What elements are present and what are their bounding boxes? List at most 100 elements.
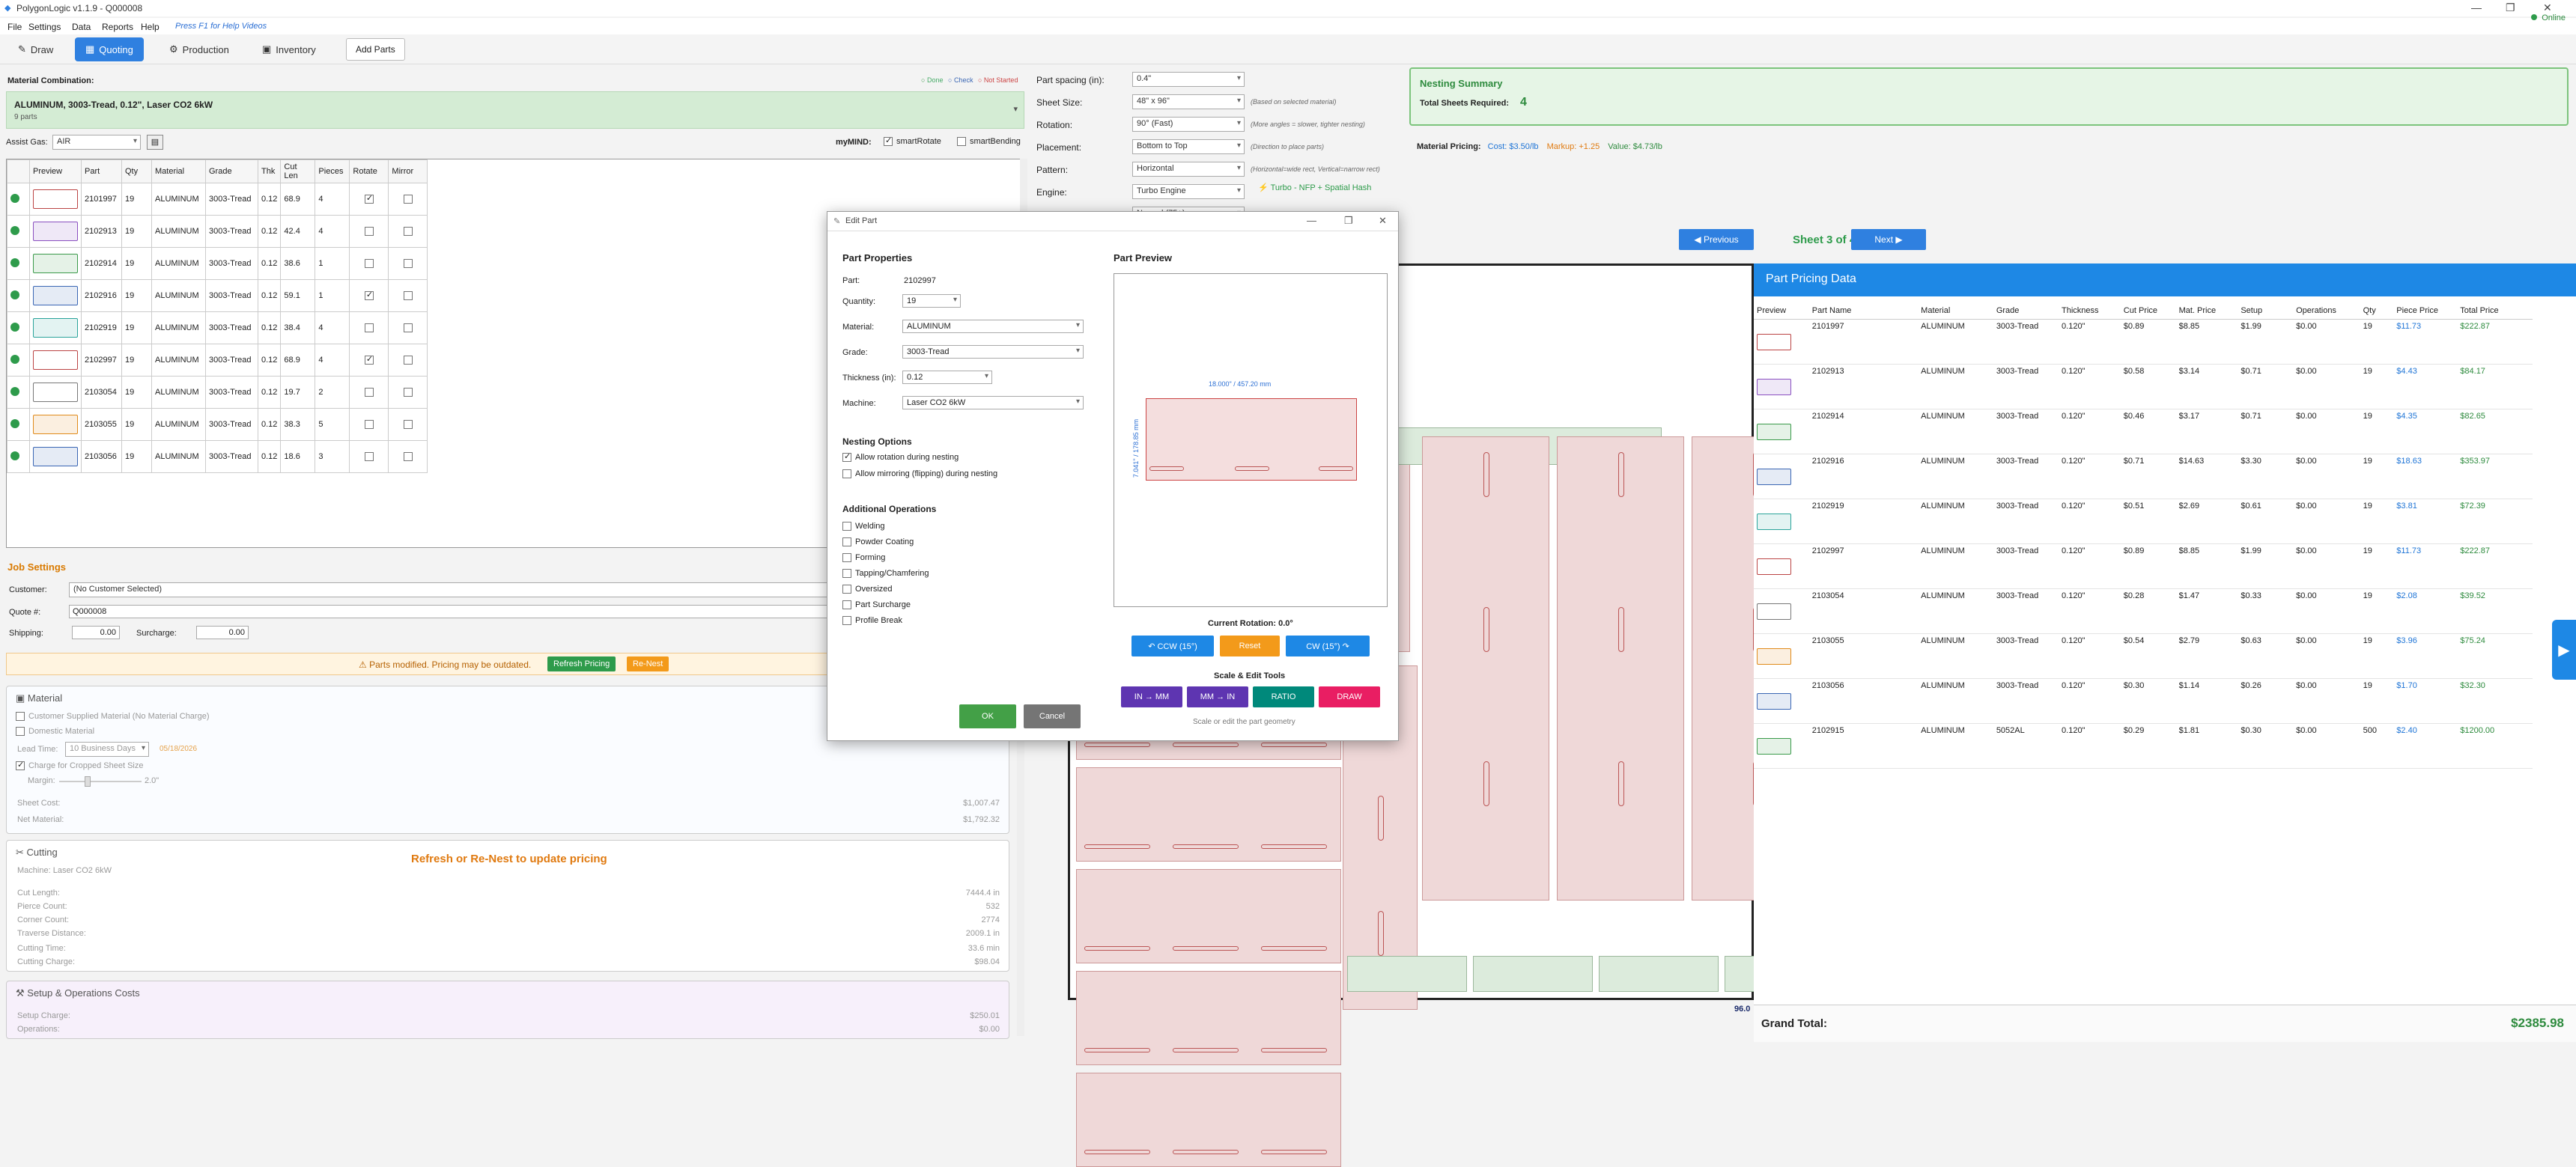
table-row[interactable]: 2102919 19 ALUMINUM 3003-Tread 0.12 38.4 4 [7, 311, 428, 344]
rotate-checkbox[interactable] [364, 354, 374, 365]
renest-button[interactable]: Re-Nest [627, 656, 669, 671]
smart-bending-check[interactable] [957, 137, 966, 146]
machine-select[interactable]: Laser CO2 6kW [902, 396, 1084, 409]
operation-checkbox[interactable]: Powder Coating [842, 537, 914, 546]
nested-part[interactable] [1076, 767, 1341, 862]
parts-col-header[interactable]: Thk [257, 159, 282, 183]
smart-bending-checkbox[interactable]: smartBending [957, 137, 1021, 146]
refresh-pricing-button[interactable]: Refresh Pricing [547, 656, 616, 671]
menu-help[interactable]: Help [141, 22, 160, 32]
customer-supplied-checkbox[interactable]: Customer Supplied Material (No Material … [16, 712, 209, 721]
ratio-button[interactable]: RATIO [1253, 686, 1314, 707]
ok-button[interactable]: OK [959, 704, 1016, 728]
parts-col-header[interactable]: Cut Len [280, 159, 316, 183]
parts-col-header[interactable]: Part [81, 159, 122, 183]
margin-slider[interactable] [59, 781, 142, 782]
thickness-select[interactable]: 0.12 [902, 371, 992, 384]
operation-check[interactable] [842, 522, 851, 531]
allow-rotation-checkbox[interactable]: Allow rotation during nesting [842, 451, 959, 462]
customer-supplied-check[interactable] [16, 712, 25, 721]
pricing-row[interactable]: 2102916 ALUMINUM 3003-Tread 0.120" $0.71 $14.… [1754, 454, 2533, 499]
parts-col-header[interactable]: Qty [121, 159, 152, 183]
operation-checkbox[interactable]: Forming [842, 553, 885, 562]
menu-file[interactable]: File [7, 22, 22, 32]
operation-check[interactable] [842, 600, 851, 609]
nested-part[interactable] [1557, 436, 1684, 901]
tab-inventory[interactable]: ▣ Inventory [252, 37, 326, 61]
mirror-checkbox[interactable] [403, 452, 413, 462]
mirror-checkbox[interactable] [403, 323, 413, 333]
dialog-close-button[interactable]: ✕ [1379, 215, 1387, 227]
option-select[interactable]: 90° (Fast) [1132, 117, 1245, 132]
operation-check[interactable] [842, 616, 851, 625]
menu-data[interactable]: Data [72, 22, 91, 32]
pricing-col-header[interactable]: Grade [1993, 302, 2059, 320]
in-to-mm-button[interactable]: IN → MM [1121, 686, 1182, 707]
parts-col-header[interactable]: Rotate [349, 159, 389, 183]
minimize-button[interactable]: — [2471, 1, 2482, 13]
allow-rotation-check[interactable] [842, 451, 851, 462]
table-row[interactable]: 2102997 19 ALUMINUM 3003-Tread 0.12 68.9 4 [7, 344, 428, 377]
option-select[interactable]: 0.4" [1132, 72, 1245, 87]
menu-settings[interactable]: Settings [28, 22, 61, 32]
add-parts-button[interactable]: Add Parts [346, 38, 405, 61]
pricing-row[interactable]: 2102919 ALUMINUM 3003-Tread 0.120" $0.51 $2.6… [1754, 499, 2533, 544]
rotate-cw-button[interactable]: CW (15°) ↷ [1286, 636, 1370, 656]
shipping-input[interactable]: 0.00 [72, 626, 120, 639]
pricing-row[interactable]: 2103055 ALUMINUM 3003-Tread 0.120" $0.54 $2.7… [1754, 633, 2533, 679]
charge-cropped-check[interactable] [16, 760, 25, 770]
reset-rotation-button[interactable]: Reset [1220, 636, 1280, 656]
pricing-row[interactable]: 2103054 ALUMINUM 3003-Tread 0.120" $0.28 $1.4… [1754, 588, 2533, 634]
pricing-col-header[interactable]: Cut Price [2120, 302, 2176, 320]
table-row[interactable]: 2101997 19 ALUMINUM 3003-Tread 0.12 68.9 4 [7, 183, 428, 216]
rotate-checkbox[interactable] [364, 290, 374, 301]
rotate-ccw-button[interactable]: ↶ CCW (15°) [1131, 636, 1214, 656]
save-icon[interactable]: ▤ [147, 135, 163, 150]
pricing-row[interactable]: 2103056 ALUMINUM 3003-Tread 0.120" $0.30 $1.1… [1754, 678, 2533, 724]
draw-button[interactable]: DRAW [1319, 686, 1380, 707]
pricing-row[interactable]: 2101997 ALUMINUM 3003-Tread 0.120" $0.89 $8.8… [1754, 319, 2533, 365]
menu-reports[interactable]: Reports [102, 22, 133, 32]
nested-part[interactable] [1347, 956, 1467, 992]
rotate-checkbox[interactable] [364, 323, 374, 333]
cancel-button[interactable]: Cancel [1024, 704, 1081, 728]
table-row[interactable]: 2102913 19 ALUMINUM 3003-Tread 0.12 42.4 4 [7, 215, 428, 248]
operation-check[interactable] [842, 553, 851, 562]
expand-panel-button[interactable]: ▶ [2552, 620, 2576, 680]
domestic-material-check[interactable] [16, 727, 25, 736]
smart-rotate-checkbox[interactable]: smartRotate [884, 135, 941, 146]
rotate-checkbox[interactable] [364, 193, 374, 204]
tab-draw[interactable]: ✎ Draw [7, 37, 64, 61]
mirror-checkbox[interactable] [403, 420, 413, 430]
nested-part[interactable] [1076, 1073, 1341, 1167]
smart-rotate-check[interactable] [884, 135, 893, 146]
nested-part[interactable] [1076, 869, 1341, 963]
operation-checkbox[interactable]: Oversized [842, 585, 893, 594]
next-sheet-button[interactable]: Next ▶ [1851, 229, 1926, 250]
table-row[interactable]: 2102914 19 ALUMINUM 3003-Tread 0.12 38.6 1 [7, 247, 428, 280]
mirror-checkbox[interactable] [403, 388, 413, 397]
pricing-col-header[interactable]: Total Price [2457, 302, 2533, 320]
close-button[interactable]: ✕ [2543, 1, 2552, 14]
assist-gas-select[interactable]: AIR [52, 135, 141, 150]
pricing-col-header[interactable]: Setup [2238, 302, 2294, 320]
pricing-col-header[interactable]: Operations [2293, 302, 2360, 320]
rotate-checkbox[interactable] [364, 452, 374, 462]
dialog-minimize-button[interactable]: — [1307, 215, 1316, 226]
pricing-col-header[interactable]: Preview [1754, 302, 1809, 320]
table-row[interactable]: 2103056 19 ALUMINUM 3003-Tread 0.12 18.6 3 [7, 440, 428, 473]
nested-part[interactable] [1422, 436, 1549, 901]
option-select[interactable]: Bottom to Top [1132, 139, 1245, 154]
tab-production[interactable]: ⚙ Production [159, 37, 240, 61]
allow-mirror-checkbox[interactable]: Allow mirroring (flipping) during nestin… [842, 469, 997, 478]
pricing-row[interactable]: 2102915 ALUMINUM 5052AL 0.120" $0.29 $1.81 $0.… [1754, 723, 2533, 769]
pricing-col-header[interactable]: Material [1918, 302, 1993, 320]
table-row[interactable]: 2103054 19 ALUMINUM 3003-Tread 0.12 19.7 2 [7, 376, 428, 409]
previous-sheet-button[interactable]: ◀ Previous [1679, 229, 1754, 250]
parts-col-header[interactable]: Pieces [315, 159, 350, 183]
operation-checkbox[interactable]: Part Surcharge [842, 600, 911, 609]
rotate-checkbox[interactable] [364, 259, 374, 269]
charge-cropped-checkbox[interactable]: Charge for Cropped Sheet Size [16, 760, 143, 770]
operation-checkbox[interactable]: Welding [842, 522, 885, 531]
parts-col-header[interactable]: Preview [29, 159, 82, 183]
